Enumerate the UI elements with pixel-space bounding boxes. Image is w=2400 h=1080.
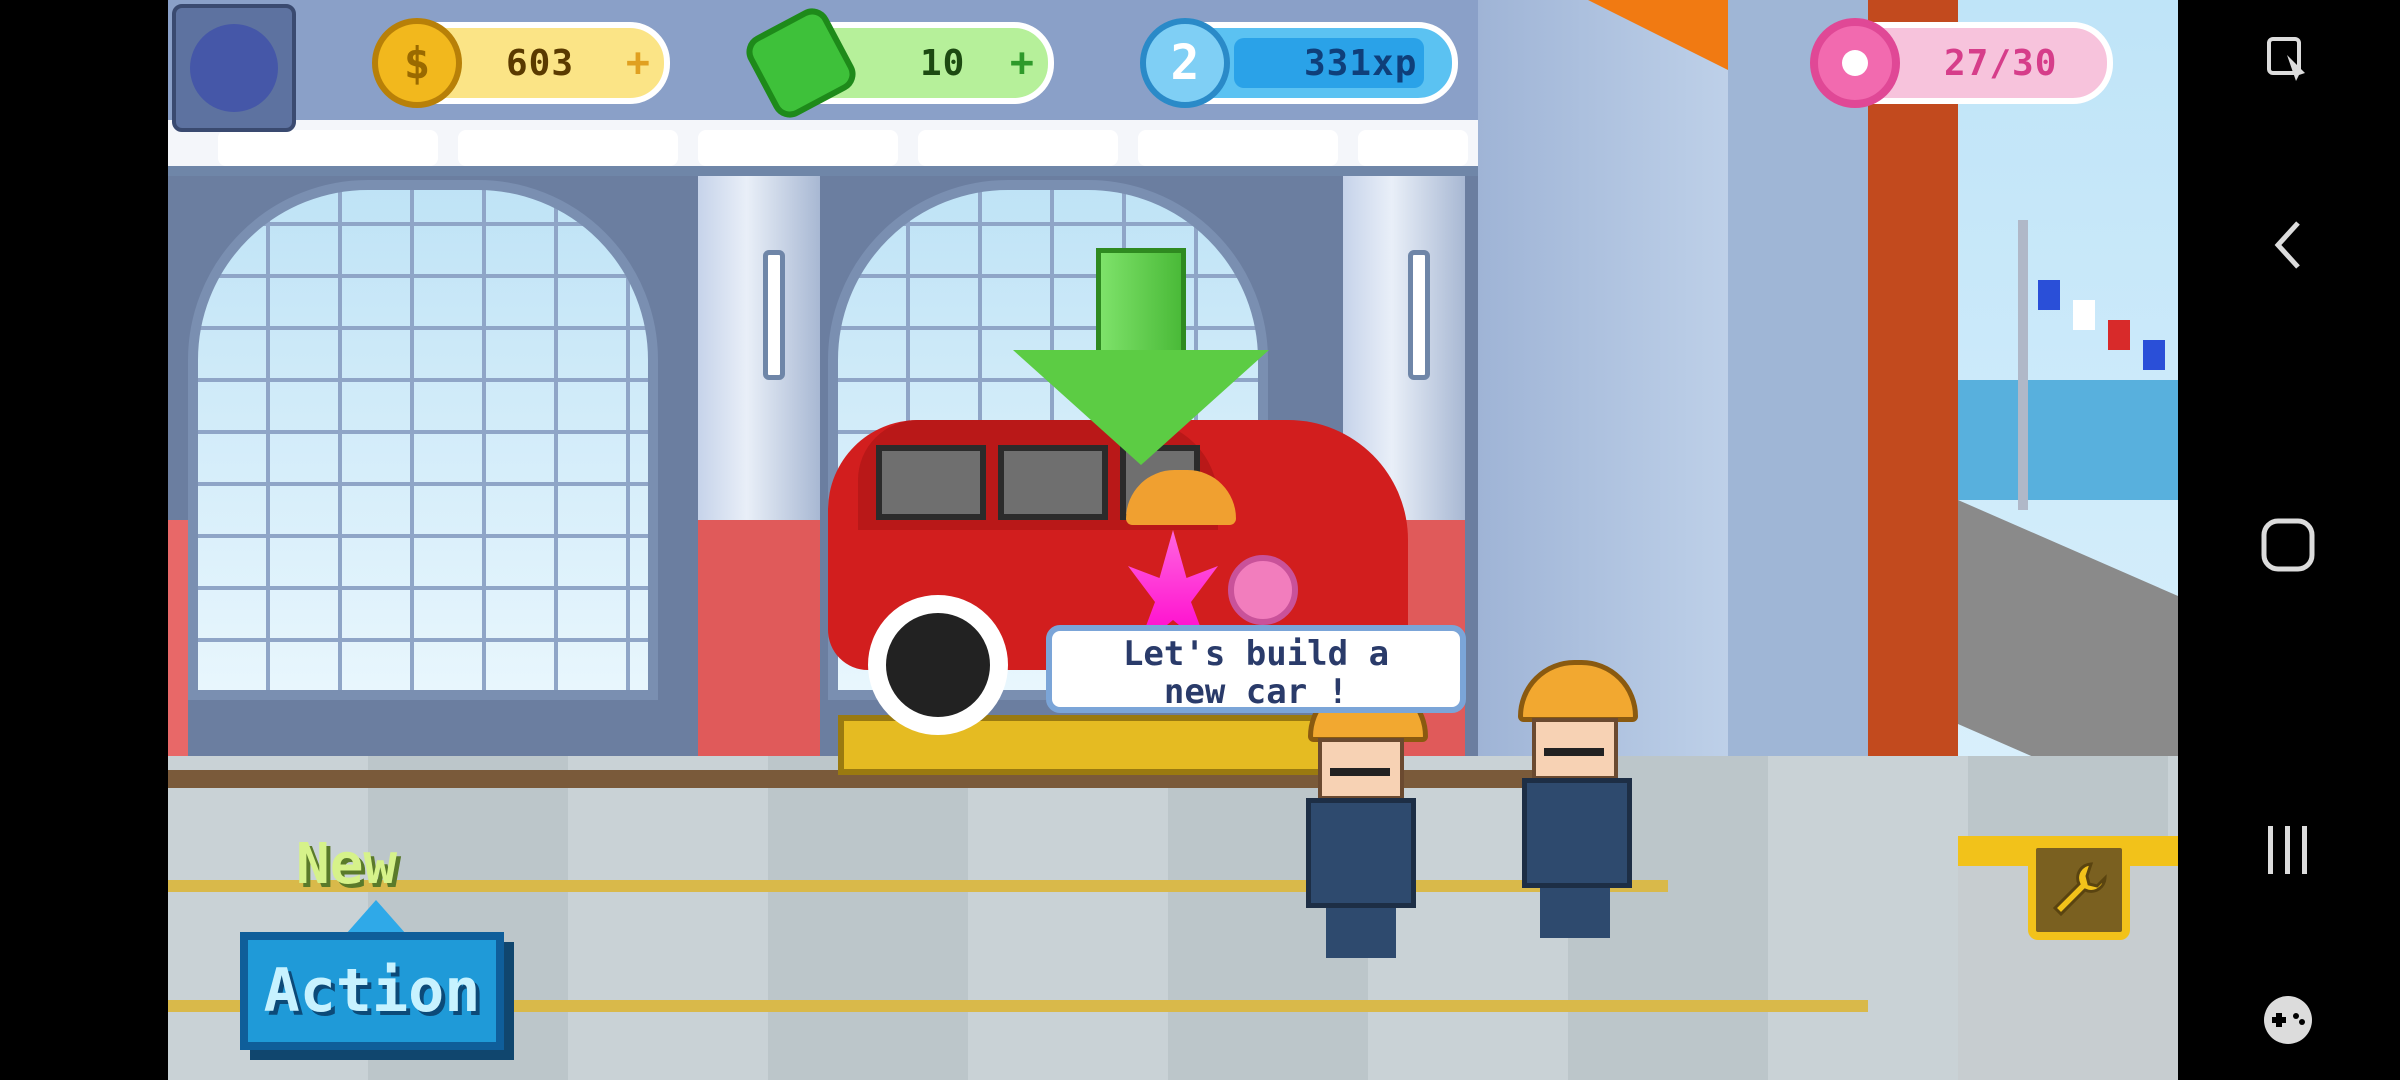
gamepad-icon: [2264, 996, 2312, 1044]
beam-light: [698, 130, 898, 166]
donut-icon: [1810, 18, 1900, 108]
new-label: New: [296, 832, 398, 897]
car-wheel: [868, 595, 1008, 735]
flag: [2038, 280, 2060, 310]
home-button[interactable]: [2248, 505, 2328, 585]
coins-value: 603: [506, 42, 575, 84]
screen-tool-button[interactable]: [2248, 20, 2328, 100]
coin-icon: $: [372, 18, 462, 108]
beam-light: [918, 130, 1118, 166]
recents-button[interactable]: [2248, 810, 2328, 890]
donuts-counter[interactable]: 27/30: [1810, 18, 2113, 108]
city-skyline: [1958, 380, 2178, 500]
back-button[interactable]: [2248, 205, 2328, 285]
wall-light-left: [763, 250, 785, 380]
flagpole: [2018, 220, 2028, 510]
donut-pickup[interactable]: [1228, 555, 1298, 625]
cash-value: 10: [920, 42, 966, 84]
worker-eyes: [1330, 768, 1390, 776]
beam-light: [218, 130, 438, 166]
beam-light: [458, 130, 678, 166]
coins-add-button[interactable]: +: [626, 40, 650, 86]
back-icon: [2274, 221, 2300, 269]
worker-legs: [1540, 888, 1610, 938]
wrench-icon: [2052, 862, 2107, 917]
system-nav-bar: [2178, 0, 2400, 1080]
xp-value: 331xp: [1304, 42, 1418, 84]
speech-bubble: Let's build a new car !: [1046, 625, 1466, 713]
red-wall-strip: [168, 520, 188, 756]
action-button[interactable]: Action: [240, 932, 504, 1050]
game-scene[interactable]: Let's build a new car ! $ 603 + 10 + 2 3…: [168, 0, 2178, 1080]
worker-body: [1306, 798, 1416, 908]
beam-light: [1358, 130, 1468, 166]
speech-line-2: new car !: [1163, 672, 1349, 712]
worker-eyes: [1544, 748, 1604, 756]
beam-light: [1138, 130, 1338, 166]
xp-plane-icon: 2: [1140, 18, 1230, 108]
cash-counter[interactable]: 10 +: [740, 2, 1054, 124]
worker-legs: [1326, 908, 1396, 958]
donuts-value: 27/30: [1944, 42, 2058, 84]
wall-light-right: [1408, 250, 1430, 380]
coins-counter[interactable]: $ 603 +: [372, 18, 670, 108]
cash-add-button[interactable]: +: [1010, 40, 1034, 86]
flag: [2073, 300, 2095, 330]
level-value: 2: [1170, 35, 1200, 91]
game-tools-button[interactable]: [2248, 980, 2328, 1060]
car-window: [998, 445, 1108, 520]
home-icon: [2261, 518, 2315, 572]
wrench-button[interactable]: [2028, 840, 2130, 940]
speech-line-1: Let's build a: [1122, 634, 1390, 674]
xp-counter[interactable]: 2 331xp: [1140, 18, 1458, 108]
menu-button[interactable]: [172, 4, 296, 132]
screen-tool-icon: [2267, 37, 2305, 81]
down-arrow-icon: [1096, 248, 1186, 358]
menu-blob-icon: [190, 24, 278, 112]
flag: [2108, 320, 2130, 350]
pillar-base-left: [698, 520, 820, 756]
garage-window-left: [188, 180, 658, 700]
car-window: [876, 445, 986, 520]
flag: [2143, 340, 2165, 370]
worker-body: [1522, 778, 1632, 888]
recents-icon: [2268, 826, 2307, 874]
